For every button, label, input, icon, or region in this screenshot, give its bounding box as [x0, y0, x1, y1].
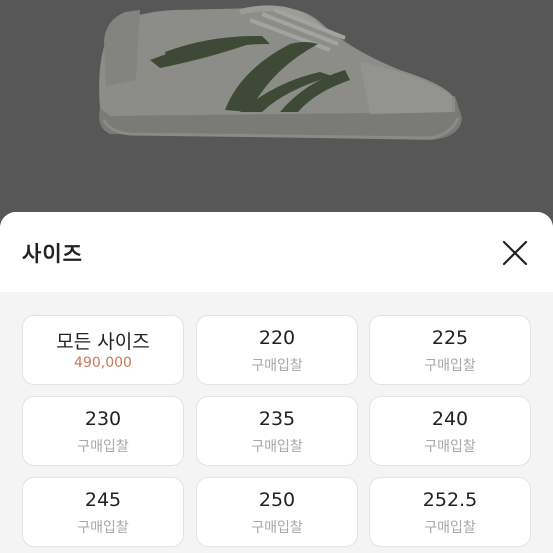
- size-label: 230: [84, 408, 122, 430]
- size-bid-text: 구매입찰: [251, 358, 303, 374]
- size-bid-text: 구매입찰: [251, 520, 303, 536]
- size-bid-text: 구매입찰: [77, 439, 129, 455]
- size-label: 235: [258, 408, 296, 430]
- size-option-235[interactable]: 235 구매입찰: [196, 396, 358, 466]
- sheet-title: 사이즈: [22, 242, 83, 266]
- size-option-245[interactable]: 245 구매입찰: [22, 477, 184, 547]
- size-option-250[interactable]: 250 구매입찰: [196, 477, 358, 547]
- size-grid: 모든 사이즈 490,000 220 구매입찰 225 구매입찰 230 구매입…: [0, 292, 553, 553]
- sheet-header: 사이즈: [0, 212, 553, 292]
- size-price: 490,000: [74, 355, 132, 371]
- close-button[interactable]: [498, 236, 532, 270]
- size-label: 220: [258, 327, 296, 349]
- size-label: 245: [84, 489, 122, 511]
- size-option-252-5[interactable]: 252.5 구매입찰: [369, 477, 531, 547]
- size-bid-text: 구매입찰: [424, 358, 476, 374]
- shoe-illustration: [99, 5, 462, 140]
- size-label: 250: [258, 489, 296, 511]
- size-option-225[interactable]: 225 구매입찰: [369, 315, 531, 385]
- size-bid-text: 구매입찰: [77, 520, 129, 536]
- size-option-230[interactable]: 230 구매입찰: [22, 396, 184, 466]
- size-label: 모든 사이즈: [56, 331, 150, 353]
- size-bid-text: 구매입찰: [251, 439, 303, 455]
- size-label: 252.5: [422, 489, 478, 511]
- size-bid-text: 구매입찰: [424, 520, 476, 536]
- size-bottom-sheet: 사이즈 모든 사이즈 490,000 220 구매입찰 225 구매입찰 230…: [0, 212, 553, 553]
- size-bid-text: 구매입찰: [424, 439, 476, 455]
- size-label: 240: [431, 408, 469, 430]
- close-icon: [502, 240, 528, 266]
- size-label: 225: [431, 327, 469, 349]
- size-option-all[interactable]: 모든 사이즈 490,000: [22, 315, 184, 385]
- product-image: [99, 5, 462, 140]
- size-option-240[interactable]: 240 구매입찰: [369, 396, 531, 466]
- size-option-220[interactable]: 220 구매입찰: [196, 315, 358, 385]
